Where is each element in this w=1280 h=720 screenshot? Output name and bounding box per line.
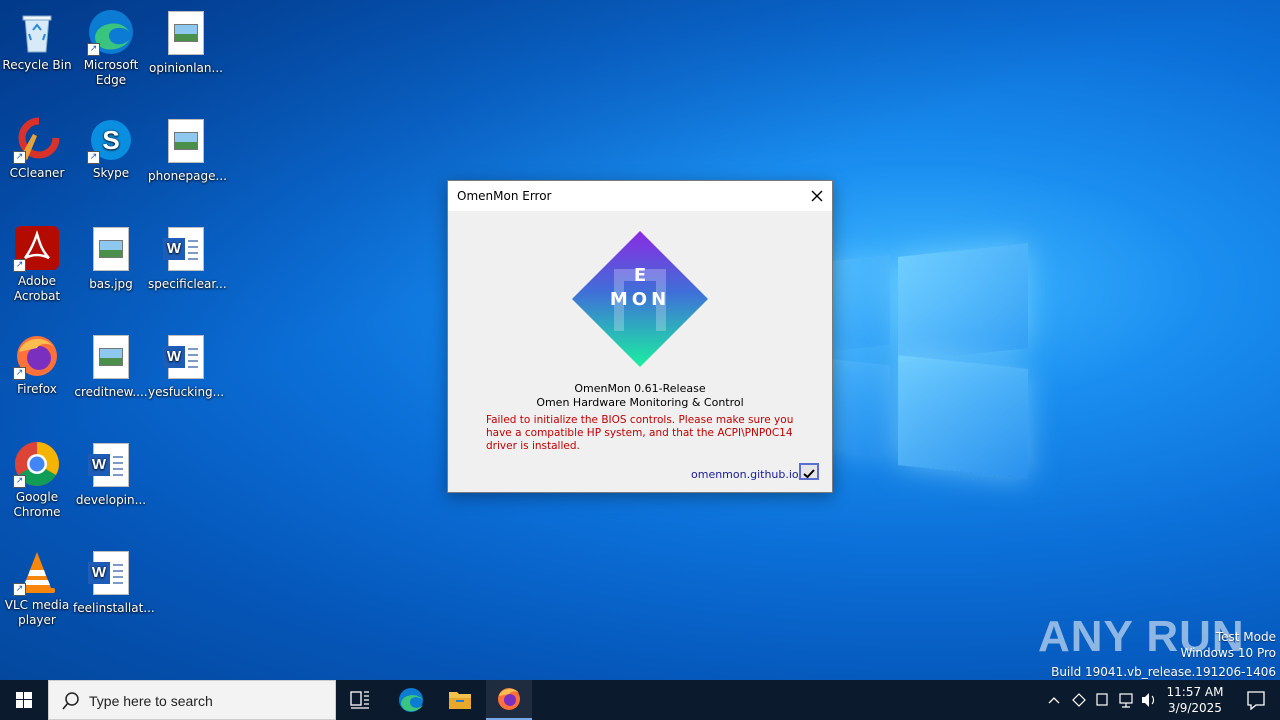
desktop-icon-recycle-bin[interactable]: Recycle Bin (0, 8, 75, 73)
desktop-icon-vlc[interactable]: ↗ VLC media player (0, 548, 75, 628)
icon-label: Skype (92, 166, 130, 180)
desktop-icon-phonepage[interactable]: phonepage... (148, 116, 227, 184)
close-icon (811, 190, 823, 202)
icon-label: Recycle Bin (2, 58, 72, 72)
desktop-icon-yesfucking[interactable]: W yesfucking... (148, 332, 224, 400)
desktop-icon-specificlear[interactable]: W specificlear... (148, 224, 227, 292)
desktop-background: Recycle Bin ↗ CCleaner ↗ Adobe Acrobat ↗… (0, 0, 1280, 680)
edge-icon: ↗ (87, 8, 135, 56)
icon-label: opinionlan... (149, 61, 223, 75)
icon-label: phonepage... (148, 169, 227, 183)
app-subtitle: Omen Hardware Monitoring & Control (536, 396, 744, 409)
word-doc-icon: W (162, 227, 210, 275)
taskbar-file-explorer-button[interactable] (437, 680, 483, 720)
task-view-button[interactable] (338, 680, 382, 720)
svg-text:S: S (102, 125, 119, 155)
chrome-icon: ↗ (13, 440, 61, 488)
icon-label: yesfucking... (148, 385, 225, 399)
icon-label: CCleaner (9, 166, 65, 180)
image-file-icon (87, 227, 135, 275)
taskbar-search-box[interactable]: Type here to search (48, 680, 336, 720)
icon-label: Microsoft Edge (83, 58, 139, 87)
checkmark-icon (803, 469, 815, 479)
logo-text-bottom: MON (610, 289, 670, 310)
app-name: OmenMon 0.61-Release (574, 382, 706, 395)
desktop-icon-developin[interactable]: W developin... (73, 440, 149, 508)
dialog-titlebar[interactable]: OmenMon Error (448, 181, 832, 211)
image-file-icon (162, 11, 210, 59)
watermark-edition: Windows 10 Pro (1180, 646, 1276, 660)
error-message: Failed to initialize the BIOS controls. … (486, 414, 794, 452)
icon-label: developin... (75, 493, 147, 507)
search-icon (62, 692, 79, 710)
ccleaner-icon: ↗ (13, 116, 61, 164)
icon-label: creditnew.... (74, 385, 148, 399)
desktop-icon-microsoft-edge[interactable]: ↗ Microsoft Edge (73, 8, 149, 88)
ok-button[interactable] (799, 463, 819, 480)
desktop-icon-opinionlan[interactable]: opinionlan... (148, 8, 224, 76)
dialog-title: OmenMon Error (457, 189, 552, 203)
start-button[interactable] (0, 680, 48, 720)
network-icon (1119, 693, 1133, 704)
task-view-icon (350, 691, 369, 709)
volume-icon (1142, 693, 1149, 707)
firefox-icon: ↗ (13, 332, 61, 380)
desktop-icon-feelinstallat[interactable]: W feelinstallat... (73, 548, 155, 616)
tray-app-icon (1072, 693, 1086, 707)
desktop-icon-creditnew[interactable]: creditnew.... (73, 332, 149, 400)
icon-label: feelinstallat... (73, 601, 155, 615)
edge-icon (399, 688, 423, 712)
skype-icon: S ↗ (87, 116, 135, 164)
taskbar-clock[interactable]: 11:57 AM 3/9/2025 (1160, 684, 1230, 716)
notification-icon (1247, 691, 1265, 711)
watermark-build: Build 19041.vb_release.191206-1406 (1051, 665, 1276, 679)
icon-label: bas.jpg (89, 277, 133, 291)
desktop-icon-google-chrome[interactable]: ↗ Google Chrome (0, 440, 75, 520)
tray-device-icon (1096, 693, 1108, 706)
icon-label: Google Chrome (13, 490, 61, 519)
icon-label: Firefox (17, 382, 57, 396)
recycle-bin-icon (13, 8, 61, 56)
clock-time: 11:57 AM (1166, 685, 1224, 699)
image-file-icon (162, 119, 210, 167)
desktop-icon-adobe-acrobat[interactable]: ↗ Adobe Acrobat (0, 224, 75, 304)
clock-date: 3/9/2025 (1168, 701, 1222, 715)
desktop-icon-firefox[interactable]: ↗ Firefox (0, 332, 75, 397)
image-file-icon (87, 335, 135, 383)
taskbar: Type here to search 11:57 AM 3/9/2025 (0, 680, 1280, 720)
omenmon-error-dialog: OmenMon Error E MON OmenMon 0.61-Release… (447, 180, 833, 493)
icon-label: specificlear... (148, 277, 227, 291)
action-center-button[interactable] (1232, 680, 1280, 720)
taskbar-edge-button[interactable] (388, 680, 434, 720)
acrobat-icon: ↗ (13, 224, 61, 272)
icon-label: VLC media player (4, 598, 70, 627)
watermark-test-mode: Test Mode (1215, 630, 1276, 644)
word-doc-icon: W (162, 335, 210, 383)
show-hidden-icons-icon (1048, 697, 1060, 704)
taskbar-firefox-button[interactable] (486, 680, 532, 720)
search-placeholder: Type here to search (89, 693, 213, 709)
omenmon-logo: E MON (570, 229, 710, 369)
folder-icon (449, 692, 471, 709)
firefox-icon (498, 688, 520, 710)
close-button[interactable] (802, 181, 832, 211)
icon-label: Adobe Acrobat (13, 274, 61, 303)
logo-text-top: E (634, 265, 646, 286)
system-tray (1044, 680, 1156, 720)
vlc-icon: ↗ (13, 548, 61, 596)
word-doc-icon: W (87, 443, 135, 491)
desktop-icon-skype[interactable]: S ↗ Skype (73, 116, 149, 181)
desktop-icon-ccleaner[interactable]: ↗ CCleaner (0, 116, 75, 181)
omenmon-link[interactable]: omenmon.github.io/ (691, 468, 802, 481)
windows-start-icon (16, 692, 32, 708)
word-doc-icon: W (87, 551, 135, 599)
desktop-icon-bas-jpg[interactable]: bas.jpg (73, 224, 149, 292)
